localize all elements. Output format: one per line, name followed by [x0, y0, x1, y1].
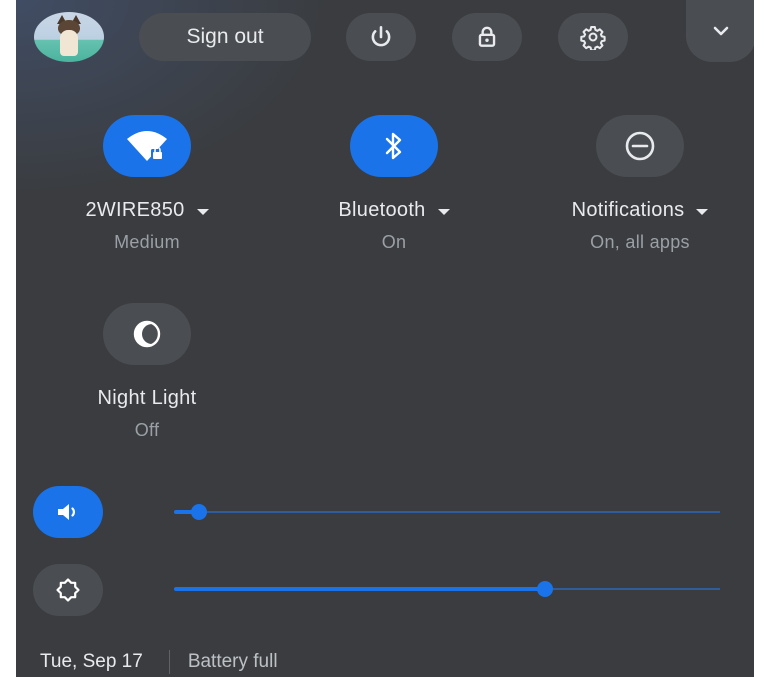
notifications-menu-button[interactable]: Notifications [572, 199, 709, 222]
status-footer: Tue, Sep 17 Battery full [40, 650, 278, 674]
night-light-label-wrap: Night Light [98, 387, 197, 410]
bluetooth-toggle[interactable] [350, 115, 438, 177]
night-light-toggle[interactable] [103, 303, 191, 365]
brightness-slider[interactable] [174, 581, 720, 597]
settings-button[interactable] [558, 13, 628, 61]
brightness-icon [56, 578, 80, 602]
do-not-disturb-icon [625, 131, 655, 161]
chevron-down-icon [713, 26, 729, 36]
network-pod: 2WIRE850 Medium [37, 115, 257, 253]
brightness-slider-fill [174, 587, 546, 591]
notifications-status: On, all apps [590, 232, 690, 252]
network-name: 2WIRE850 [85, 199, 185, 221]
date-label[interactable]: Tue, Sep 17 [40, 651, 143, 673]
volume-slider-thumb[interactable] [190, 504, 207, 520]
bluetooth-label: Bluetooth [338, 199, 426, 221]
bluetooth-icon [385, 132, 402, 160]
notifications-toggle[interactable] [596, 115, 684, 177]
notifications-pod: Notifications On, all apps [530, 115, 750, 253]
battery-status[interactable]: Battery full [188, 651, 278, 673]
footer-divider [168, 650, 170, 674]
volume-icon [58, 504, 75, 520]
bluetooth-status: On [381, 232, 407, 252]
notifications-label: Notifications [571, 199, 685, 221]
lock-button[interactable] [452, 13, 522, 61]
night-light-pod: Night Light Off [37, 303, 257, 441]
brightness-button[interactable] [33, 564, 103, 616]
caret-down-icon [696, 208, 709, 215]
collapse-button[interactable] [686, 0, 754, 62]
caret-down-icon [437, 208, 450, 215]
lock-icon [478, 26, 496, 47]
night-light-icon [133, 320, 162, 348]
bluetooth-menu-button[interactable]: Bluetooth [338, 199, 450, 222]
caret-down-icon [196, 208, 209, 215]
brightness-slider-thumb[interactable] [537, 581, 554, 597]
wifi-locked-icon [127, 131, 167, 161]
gear-icon [580, 26, 606, 50]
night-light-label: Night Light [97, 387, 197, 409]
network-menu-button[interactable]: 2WIRE850 [85, 199, 209, 222]
volume-slider[interactable] [174, 504, 720, 520]
sign-out-button[interactable]: Sign out [139, 13, 311, 61]
night-light-status: Off [134, 420, 160, 440]
power-icon [371, 25, 391, 47]
user-avatar[interactable] [34, 12, 104, 62]
bluetooth-pod: Bluetooth On [284, 115, 504, 253]
avatar-cat-body [60, 30, 78, 56]
network-toggle[interactable] [103, 115, 191, 177]
system-tray-panel: Sign out 2WIRE850 Medium Bluetooth On No… [16, 0, 754, 677]
mute-button[interactable] [33, 486, 103, 538]
sign-out-label: Sign out [186, 25, 264, 48]
network-strength: Medium [114, 232, 180, 252]
power-button[interactable] [346, 13, 416, 61]
